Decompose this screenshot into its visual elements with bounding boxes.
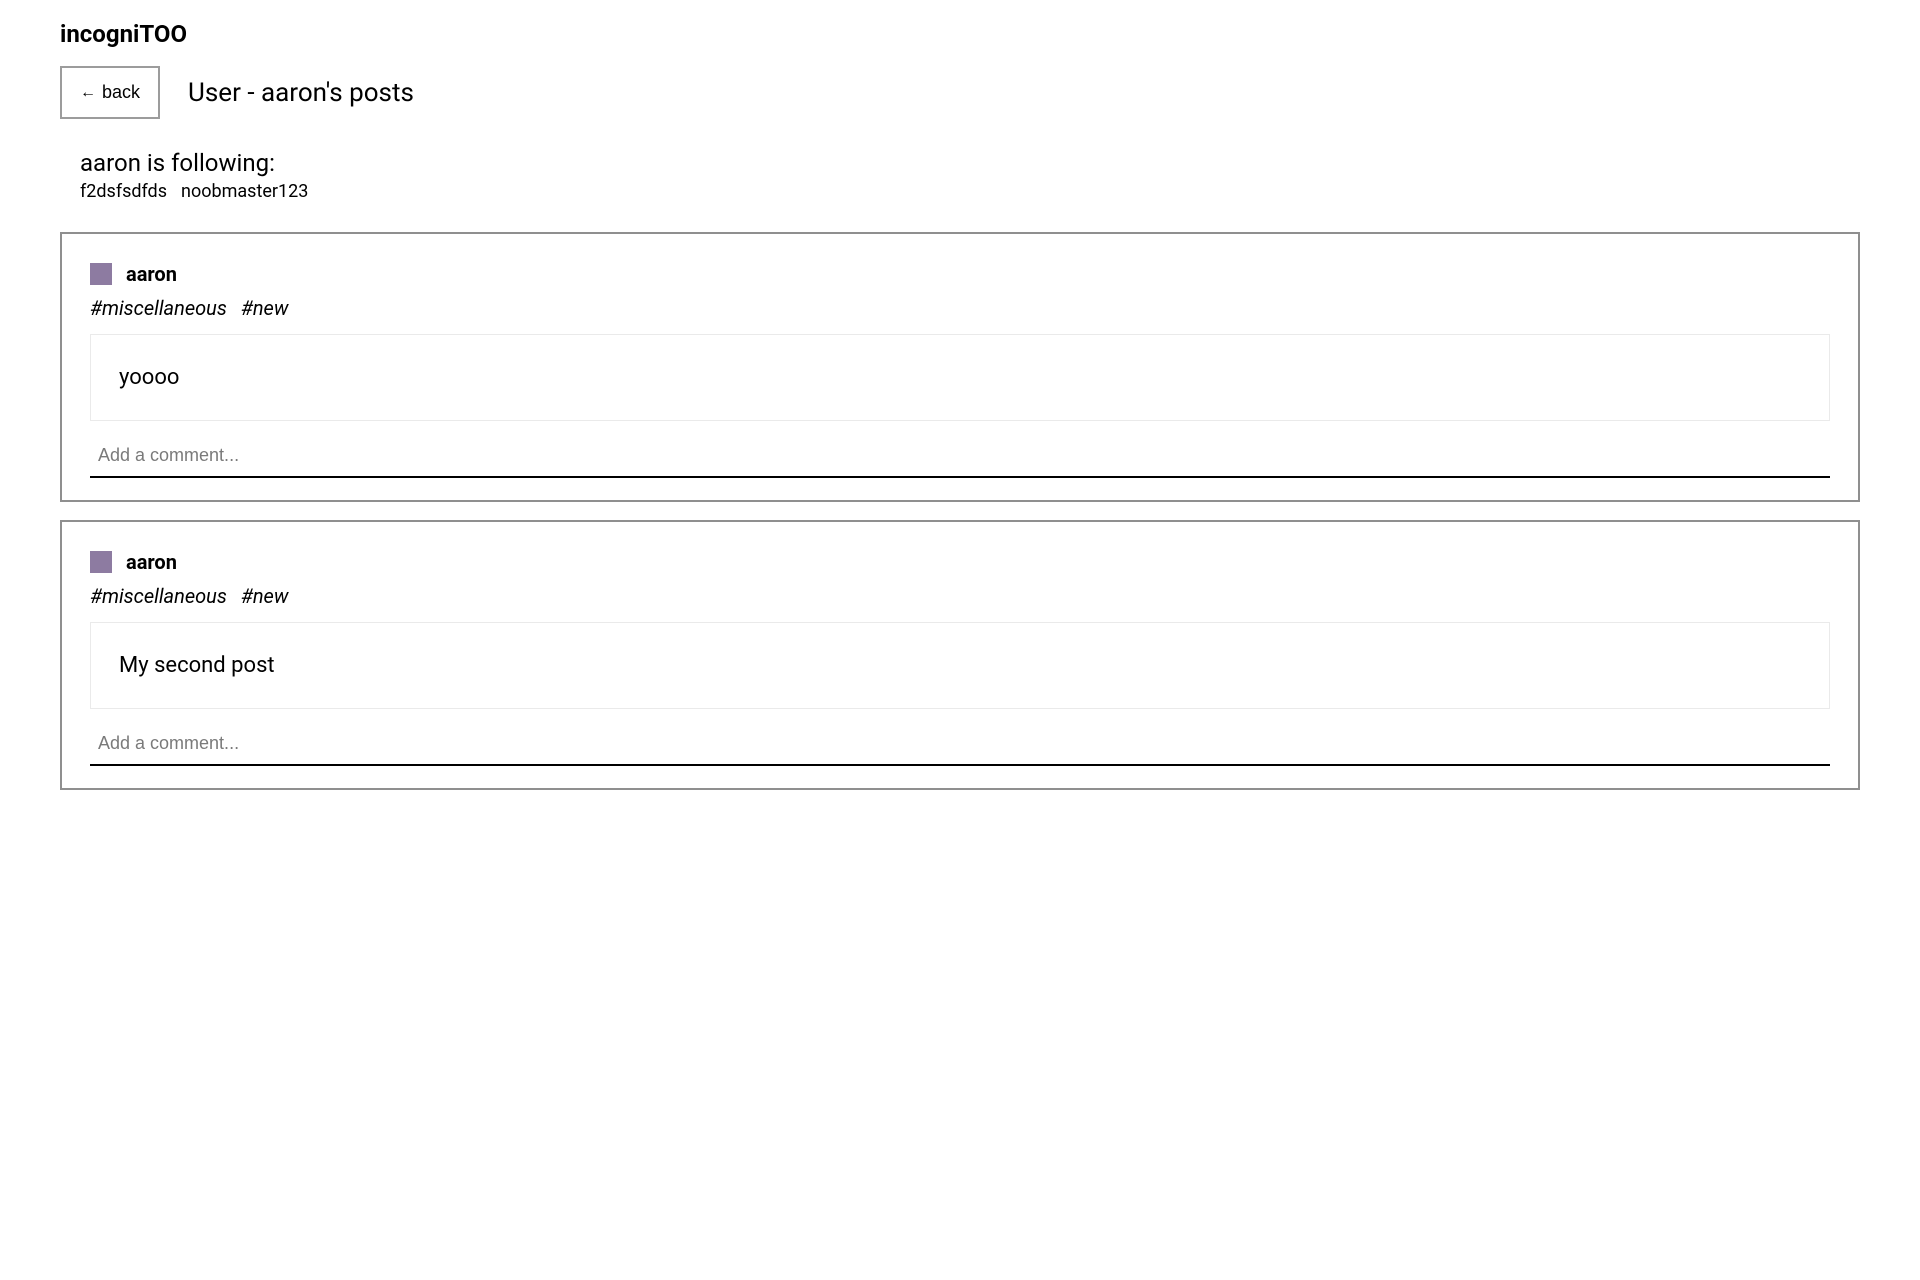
post-tag[interactable]: #new — [241, 584, 289, 608]
post-author[interactable]: aaron — [126, 262, 177, 286]
avatar — [90, 263, 112, 285]
page-title: User - aaron's posts — [188, 78, 414, 108]
post-tags: #miscellaneous #new — [90, 584, 1830, 608]
header-row: ← back User - aaron's posts — [60, 66, 1860, 119]
back-button[interactable]: ← back — [60, 66, 160, 119]
avatar — [90, 551, 112, 573]
post-body: yoooo — [90, 334, 1830, 421]
comment-input[interactable] — [90, 727, 1830, 766]
comment-input[interactable] — [90, 439, 1830, 478]
following-section: aaron is following: f2dsfsdfds noobmaste… — [80, 149, 1860, 202]
back-button-label: back — [102, 82, 140, 103]
following-list: f2dsfsdfds noobmaster123 — [80, 181, 1860, 202]
post-tag[interactable]: #miscellaneous — [90, 584, 227, 608]
following-heading: aaron is following: — [80, 149, 1860, 177]
site-title: incogniTOO — [60, 20, 1860, 48]
post-tag[interactable]: #new — [241, 296, 289, 320]
post-tag[interactable]: #miscellaneous — [90, 296, 227, 320]
post-author[interactable]: aaron — [126, 550, 177, 574]
post-header: aaron — [90, 262, 1830, 286]
post-body: My second post — [90, 622, 1830, 709]
post-header: aaron — [90, 550, 1830, 574]
following-user-link[interactable]: noobmaster123 — [181, 181, 308, 202]
post-card: aaron #miscellaneous #new yoooo — [60, 232, 1860, 502]
following-user-link[interactable]: f2dsfsdfds — [80, 181, 167, 202]
back-arrow-icon: ← — [80, 84, 96, 102]
post-tags: #miscellaneous #new — [90, 296, 1830, 320]
post-card: aaron #miscellaneous #new My second post — [60, 520, 1860, 790]
